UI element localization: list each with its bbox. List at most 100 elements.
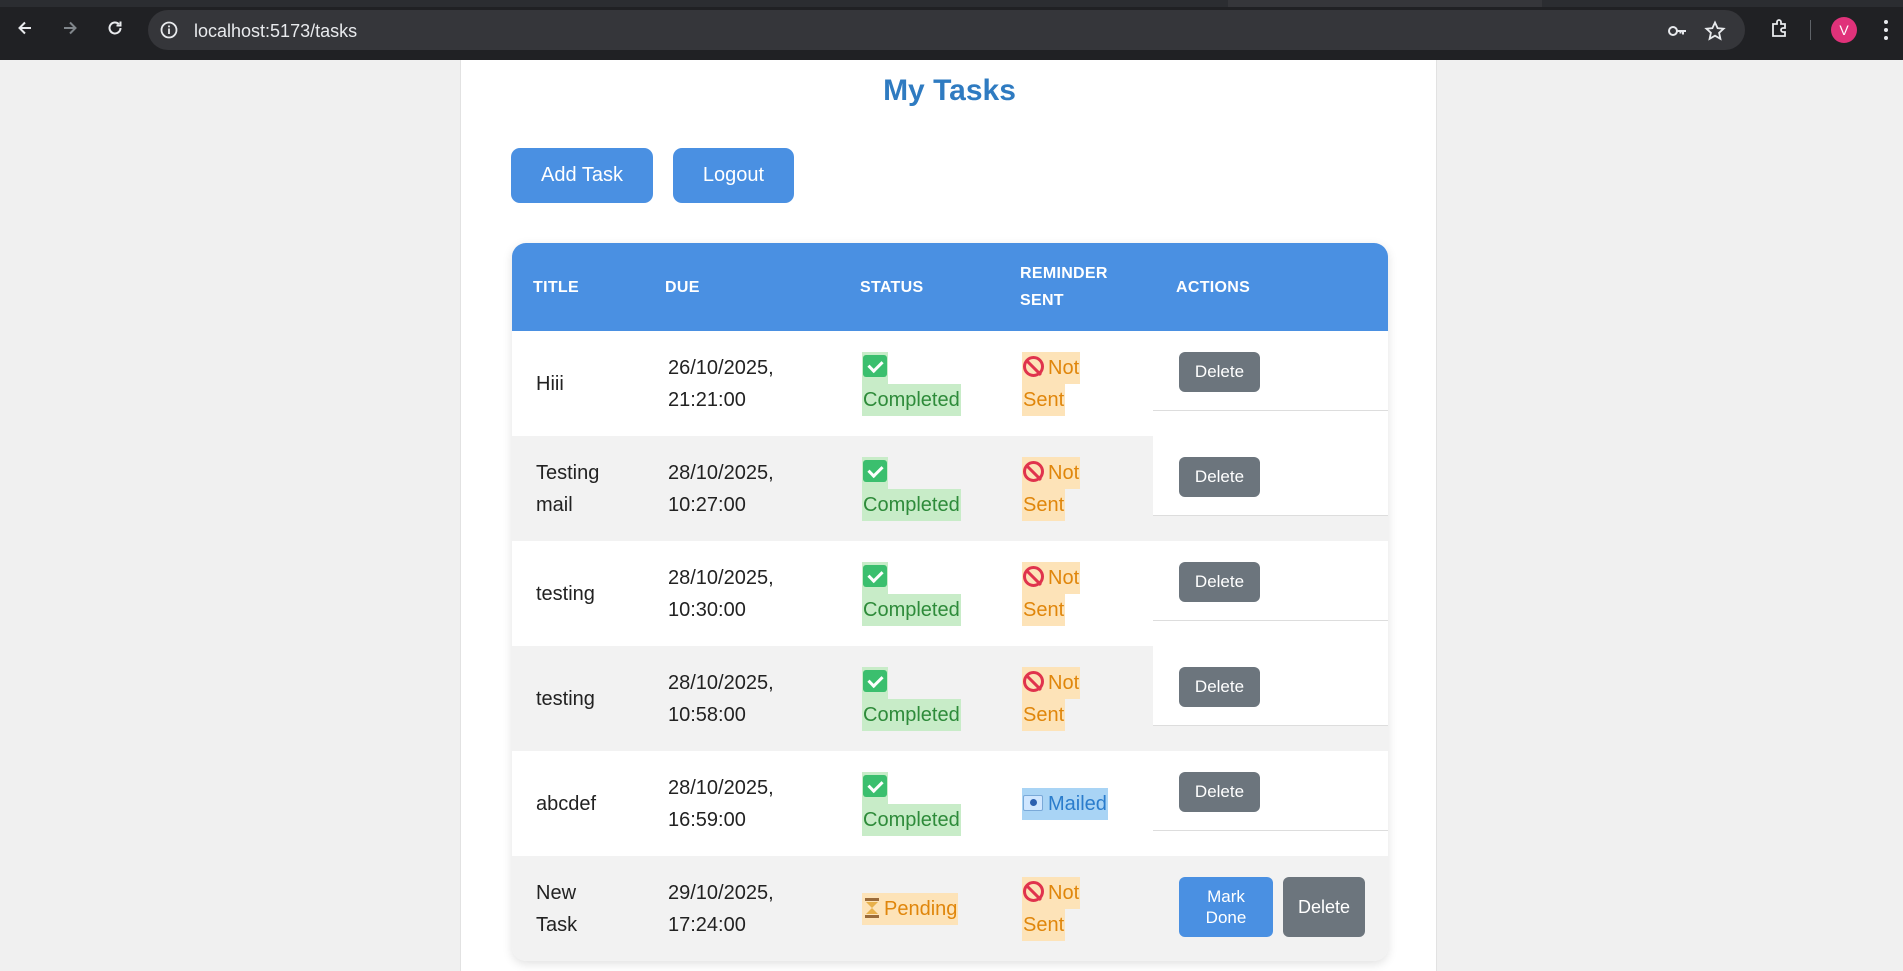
reminder-label: Sent bbox=[1022, 908, 1066, 941]
status-pending-badge: Pending bbox=[862, 892, 959, 925]
star-icon[interactable] bbox=[1704, 20, 1726, 42]
status-label: Completed bbox=[862, 803, 961, 836]
task-due: 29/10/2025, 17:24:00 bbox=[668, 856, 774, 961]
address-bar[interactable]: localhost:5173/tasks bbox=[148, 10, 1745, 50]
table-row: abcdef 28/10/2025, 16:59:00 Completed Ma… bbox=[512, 751, 1388, 856]
tasks-table: TITLE DUE STATUS REMINDER SENT ACTIONS H… bbox=[512, 243, 1388, 961]
due-time: 21:21:00 bbox=[668, 388, 746, 411]
delete-button[interactable]: Delete bbox=[1179, 667, 1260, 707]
delete-button[interactable]: Delete bbox=[1179, 457, 1260, 497]
task-due: 26/10/2025, 21:21:00 bbox=[668, 331, 774, 436]
url-text[interactable]: localhost:5173/tasks bbox=[194, 21, 357, 42]
reload-icon[interactable] bbox=[101, 14, 129, 42]
check-mark-icon bbox=[863, 354, 887, 377]
delete-button[interactable]: Delete bbox=[1179, 562, 1260, 602]
site-info-icon[interactable] bbox=[158, 19, 180, 41]
mark-done-button[interactable]: Mark Done bbox=[1179, 877, 1273, 937]
header-reminder-line1: REMINDER bbox=[1020, 265, 1108, 282]
add-task-button[interactable]: Add Task bbox=[511, 148, 653, 203]
reminder-not-badge: Not bbox=[1022, 666, 1081, 699]
task-title: New Task bbox=[536, 856, 577, 961]
reminder-label: Sent bbox=[1022, 593, 1066, 626]
due-date: 28/10/2025, bbox=[668, 776, 774, 799]
due-date: 29/10/2025, bbox=[668, 881, 774, 904]
status-label: Pending bbox=[884, 897, 958, 920]
reminder-prefix: Not bbox=[1048, 671, 1080, 694]
due-time: 10:27:00 bbox=[668, 493, 746, 516]
prohibited-icon bbox=[1023, 565, 1044, 587]
check-mark-icon bbox=[863, 774, 887, 797]
prohibited-icon bbox=[1023, 460, 1044, 482]
status-check-badge bbox=[862, 351, 888, 384]
delete-button[interactable]: Delete bbox=[1179, 772, 1260, 812]
table-row: testing 28/10/2025, 10:30:00 Completed N… bbox=[512, 541, 1388, 646]
task-due: 28/10/2025, 10:30:00 bbox=[668, 541, 774, 646]
task-title-line1: Testing bbox=[536, 461, 600, 484]
header-reminder-sent: REMINDER SENT bbox=[1020, 243, 1108, 331]
task-title-line1: New bbox=[536, 881, 577, 904]
check-mark-icon bbox=[863, 564, 887, 587]
hourglass-icon bbox=[865, 897, 879, 918]
check-mark-icon bbox=[863, 669, 887, 692]
reminder-status: Not Sent bbox=[1022, 646, 1081, 751]
due-date: 28/10/2025, bbox=[668, 461, 774, 484]
task-title: Hiii bbox=[536, 372, 564, 395]
reminder-status: Not Sent bbox=[1022, 331, 1081, 436]
header-actions: ACTIONS bbox=[1176, 278, 1251, 296]
extensions-icon[interactable] bbox=[1765, 14, 1793, 42]
task-status: Completed bbox=[862, 436, 961, 541]
reminder-status: Mailed bbox=[1022, 751, 1108, 856]
toolbar-divider bbox=[1810, 20, 1811, 40]
prohibited-icon bbox=[1023, 355, 1044, 377]
delete-button[interactable]: Delete bbox=[1179, 352, 1260, 392]
status-check-badge bbox=[862, 666, 888, 699]
task-status: Completed bbox=[862, 541, 961, 646]
task-title: abcdef bbox=[536, 792, 597, 815]
reminder-label: Sent bbox=[1022, 383, 1066, 416]
status-check-badge bbox=[862, 561, 888, 594]
reminder-status: Not Sent bbox=[1022, 541, 1081, 646]
reminder-mailed-badge: Mailed bbox=[1022, 787, 1108, 820]
logout-button[interactable]: Logout bbox=[673, 148, 794, 203]
reminder-status: Not Sent bbox=[1022, 856, 1081, 961]
status-check-badge bbox=[862, 771, 888, 804]
task-title-line2: mail bbox=[536, 493, 573, 516]
mark-done-line2: Done bbox=[1205, 908, 1247, 927]
reminder-not-badge: Not bbox=[1022, 876, 1081, 909]
task-due: 28/10/2025, 16:59:00 bbox=[668, 751, 774, 856]
table-row: testing 28/10/2025, 10:58:00 Completed N… bbox=[512, 646, 1388, 751]
status-check-badge bbox=[862, 456, 888, 489]
delete-button[interactable]: Delete bbox=[1283, 877, 1365, 937]
reminder-not-badge: Not bbox=[1022, 456, 1081, 489]
task-title: Testing mail bbox=[536, 436, 599, 541]
key-icon[interactable] bbox=[1666, 20, 1688, 42]
task-status: Completed bbox=[862, 646, 961, 751]
reminder-prefix: Not bbox=[1048, 461, 1080, 484]
status-label: Completed bbox=[862, 593, 961, 626]
due-time: 10:30:00 bbox=[668, 598, 746, 621]
task-status: Pending bbox=[862, 856, 959, 961]
task-due: 28/10/2025, 10:27:00 bbox=[668, 436, 774, 541]
table-row: Testing mail 28/10/2025, 10:27:00 Comple… bbox=[512, 436, 1388, 541]
task-status: Completed bbox=[862, 751, 961, 856]
due-time: 17:24:00 bbox=[668, 913, 746, 936]
page-title: My Tasks bbox=[883, 74, 1016, 107]
due-date: 28/10/2025, bbox=[668, 671, 774, 694]
back-icon[interactable] bbox=[11, 14, 39, 42]
reminder-prefix: Not bbox=[1048, 566, 1080, 589]
task-title: testing bbox=[536, 687, 595, 710]
page-background: My Tasks Add Task Logout TITLE DUE STATU… bbox=[0, 60, 1903, 971]
profile-avatar[interactable]: V bbox=[1831, 17, 1857, 43]
reminder-prefix: Not bbox=[1048, 881, 1080, 904]
more-icon[interactable] bbox=[1883, 18, 1889, 42]
check-mark-icon bbox=[863, 459, 887, 482]
header-reminder-line2: SENT bbox=[1020, 292, 1064, 309]
header-title: TITLE bbox=[533, 278, 579, 296]
table-row: Hiii 26/10/2025, 21:21:00 Completed Not … bbox=[512, 331, 1388, 436]
forward-icon[interactable] bbox=[56, 14, 84, 42]
table-header: TITLE DUE STATUS REMINDER SENT ACTIONS bbox=[512, 243, 1388, 331]
browser-toolbar: localhost:5173/tasks V bbox=[0, 0, 1903, 60]
prohibited-icon bbox=[1023, 880, 1044, 902]
task-due: 28/10/2025, 10:58:00 bbox=[668, 646, 774, 751]
mail-icon bbox=[1023, 794, 1043, 811]
